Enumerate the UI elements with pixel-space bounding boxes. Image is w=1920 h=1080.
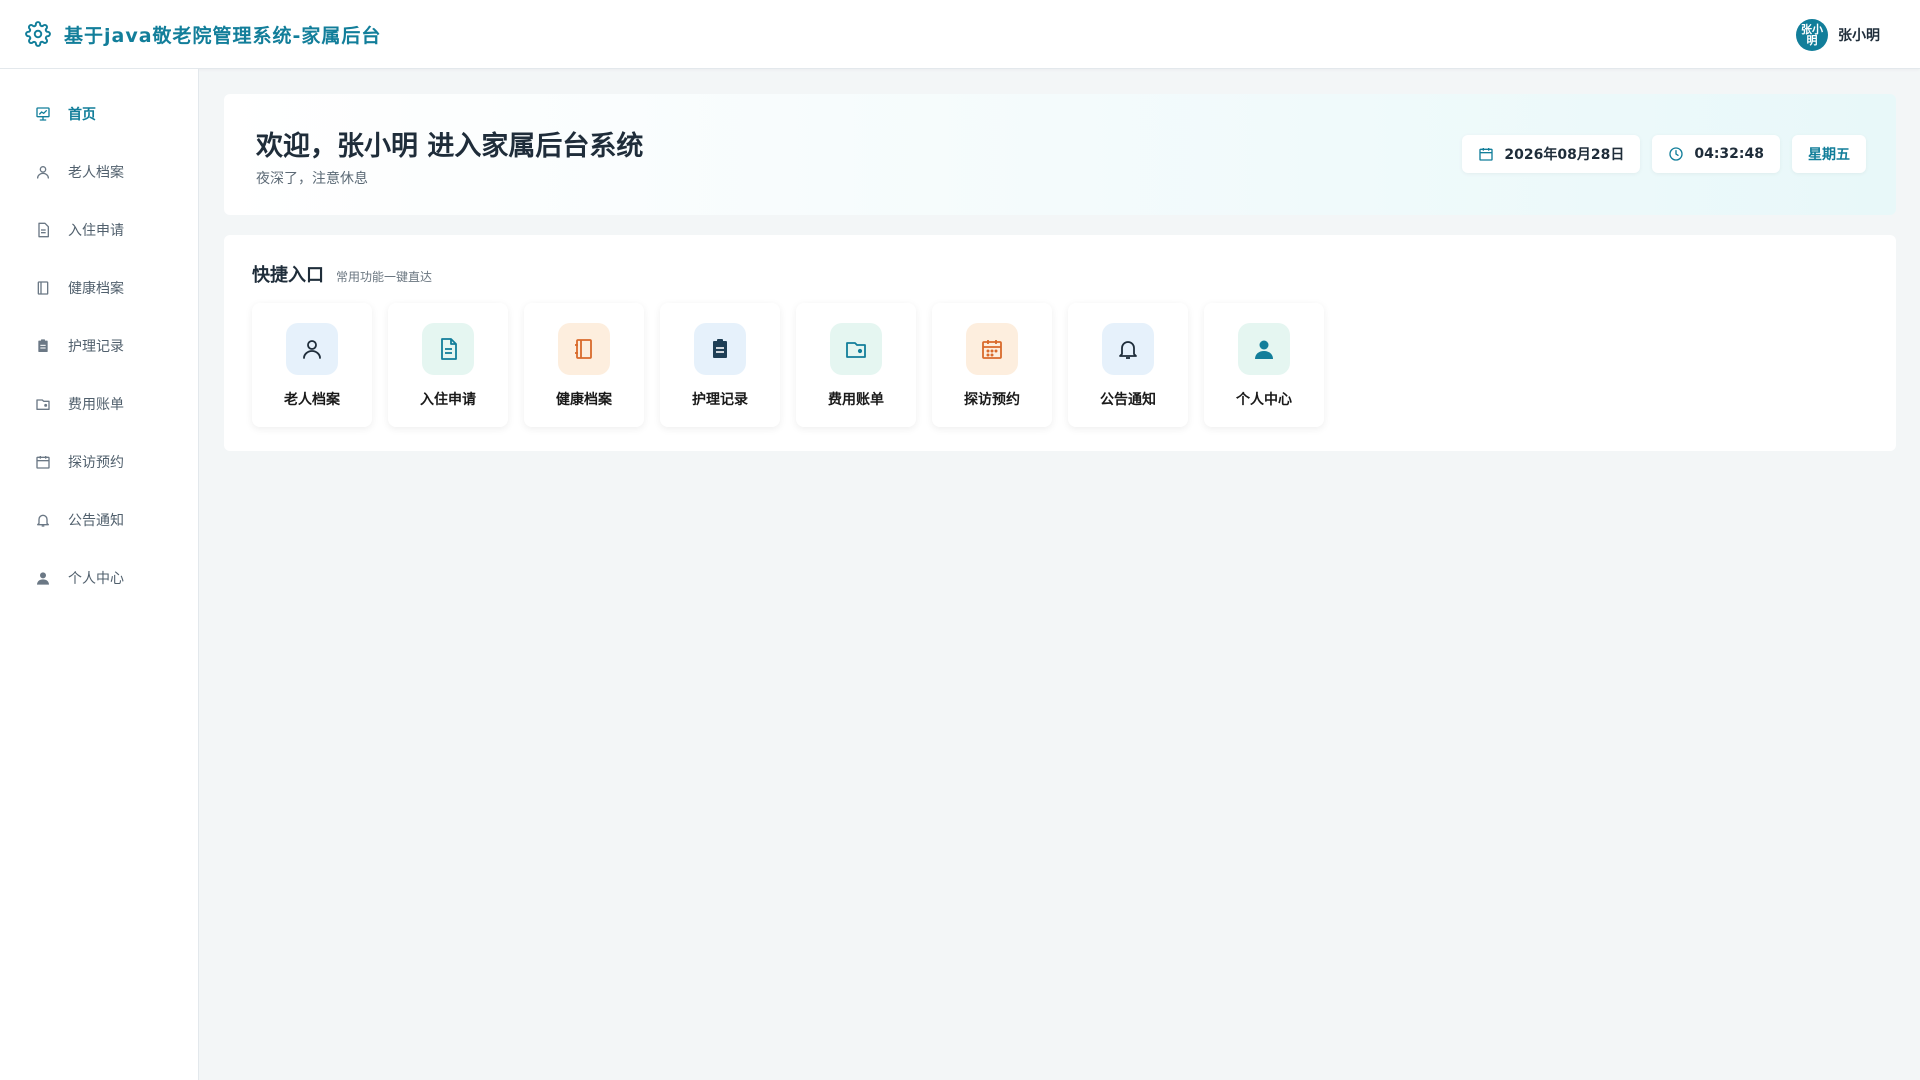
quick-tile-health[interactable]: 健康档案 <box>524 303 644 427</box>
datetime-chips: 2026年08月28日 04:32:48 星期五 <box>1450 135 1866 173</box>
calendar-icon <box>1478 146 1494 162</box>
sidebar-item-notice[interactable]: 公告通知 <box>0 491 198 549</box>
quick-tile-profile[interactable]: 个人中心 <box>1204 303 1324 427</box>
clock-icon <box>1668 146 1684 162</box>
quick-tile-elder-archive[interactable]: 老人档案 <box>252 303 372 427</box>
app-title: 基于java敬老院管理系统-家属后台 <box>64 24 382 47</box>
quick-tile-billing[interactable]: 费用账单 <box>796 303 916 427</box>
user-name[interactable]: 张小明 <box>1838 25 1880 45</box>
home-chart-icon <box>34 105 52 123</box>
tile-label: 公告通知 <box>1100 392 1156 408</box>
wallet-icon <box>830 323 882 375</box>
welcome-title: 欢迎，张小明 进入家属后台系统 <box>256 131 644 162</box>
tile-label: 个人中心 <box>1236 392 1292 408</box>
sidebar-item-label: 老人档案 <box>68 165 124 181</box>
sidebar-item-elder-archive[interactable]: 老人档案 <box>0 143 198 201</box>
gear-icon <box>24 20 52 48</box>
tile-label: 健康档案 <box>556 392 612 408</box>
quick-entry-title: 快捷入口 <box>252 265 324 286</box>
quick-tile-care[interactable]: 护理记录 <box>660 303 780 427</box>
clipboard-icon <box>694 323 746 375</box>
avatar[interactable]: 张小明 <box>1796 18 1828 51</box>
clipboard-icon <box>34 337 52 355</box>
sidebar-item-care[interactable]: 护理记录 <box>0 317 198 375</box>
person-icon <box>1238 323 1290 375</box>
user-icon <box>286 323 338 375</box>
wallet-icon <box>34 395 52 413</box>
date-chip: 2026年08月28日 <box>1462 135 1641 173</box>
sidebar-item-label: 个人中心 <box>68 571 124 587</box>
sidebar-item-label: 探访预约 <box>68 455 124 471</box>
quick-tile-admission[interactable]: 入住申请 <box>388 303 508 427</box>
notebook-icon <box>34 279 52 297</box>
weekday-text: 星期五 <box>1808 147 1850 163</box>
user-icon <box>34 163 52 181</box>
quick-entry-header: 快捷入口 常用功能一键直达 <box>252 261 432 287</box>
sidebar-item-billing[interactable]: 费用账单 <box>0 375 198 433</box>
tile-label: 入住申请 <box>420 392 476 408</box>
person-icon <box>34 569 52 587</box>
sidebar-item-label: 护理记录 <box>68 339 124 355</box>
document-icon <box>422 323 474 375</box>
sidebar-item-visit[interactable]: 探访预约 <box>0 433 198 491</box>
welcome-banner: 欢迎，张小明 进入家属后台系统 夜深了，注意休息 2026年08月28日 04:… <box>224 94 1896 215</box>
quick-entry-tiles: 老人档案 入住申请 健康档案 护理记录 费用账单 探访预约 公告通知 个人中心 <box>252 303 1340 427</box>
bell-icon <box>34 511 52 529</box>
bell-icon <box>1102 323 1154 375</box>
calendar-icon <box>966 323 1018 375</box>
sidebar-item-label: 健康档案 <box>68 281 124 297</box>
quick-tile-visit[interactable]: 探访预约 <box>932 303 1052 427</box>
user-menu[interactable]: 张小明 张小明 <box>1796 0 1880 69</box>
tile-label: 探访预约 <box>964 392 1020 408</box>
tile-label: 老人档案 <box>284 392 340 408</box>
weekday-chip: 星期五 <box>1792 135 1866 173</box>
date-text: 2026年08月28日 <box>1504 147 1625 163</box>
sidebar-item-label: 公告通知 <box>68 513 124 529</box>
sidebar-item-label: 费用账单 <box>68 397 124 413</box>
time-text: 04:32:48 <box>1694 146 1764 162</box>
time-chip: 04:32:48 <box>1652 135 1780 173</box>
tile-label: 费用账单 <box>828 392 884 408</box>
quick-entry-panel: 快捷入口 常用功能一键直达 老人档案 入住申请 健康档案 护理记录 费用账单 探… <box>224 235 1896 451</box>
notebook-icon <box>558 323 610 375</box>
sidebar-item-profile[interactable]: 个人中心 <box>0 549 198 607</box>
top-header: 基于java敬老院管理系统-家属后台 张小明 张小明 <box>0 0 1920 69</box>
document-icon <box>34 221 52 239</box>
quick-tile-notice[interactable]: 公告通知 <box>1068 303 1188 427</box>
sidebar-item-label: 首页 <box>68 107 96 123</box>
quick-entry-desc: 常用功能一键直达 <box>336 270 433 284</box>
welcome-subtitle: 夜深了，注意休息 <box>256 171 368 187</box>
sidebar-item-admission[interactable]: 入住申请 <box>0 201 198 259</box>
sidebar: 首页 老人档案 入住申请 健康档案 护理记录 费用账单 探访预约 公告通知 个人… <box>0 69 199 1080</box>
sidebar-item-home[interactable]: 首页 <box>0 85 198 143</box>
sidebar-item-label: 入住申请 <box>68 223 124 239</box>
sidebar-item-health[interactable]: 健康档案 <box>0 259 198 317</box>
calendar-icon <box>34 453 52 471</box>
brand[interactable]: 基于java敬老院管理系统-家属后台 <box>24 20 381 48</box>
tile-label: 护理记录 <box>692 392 748 408</box>
